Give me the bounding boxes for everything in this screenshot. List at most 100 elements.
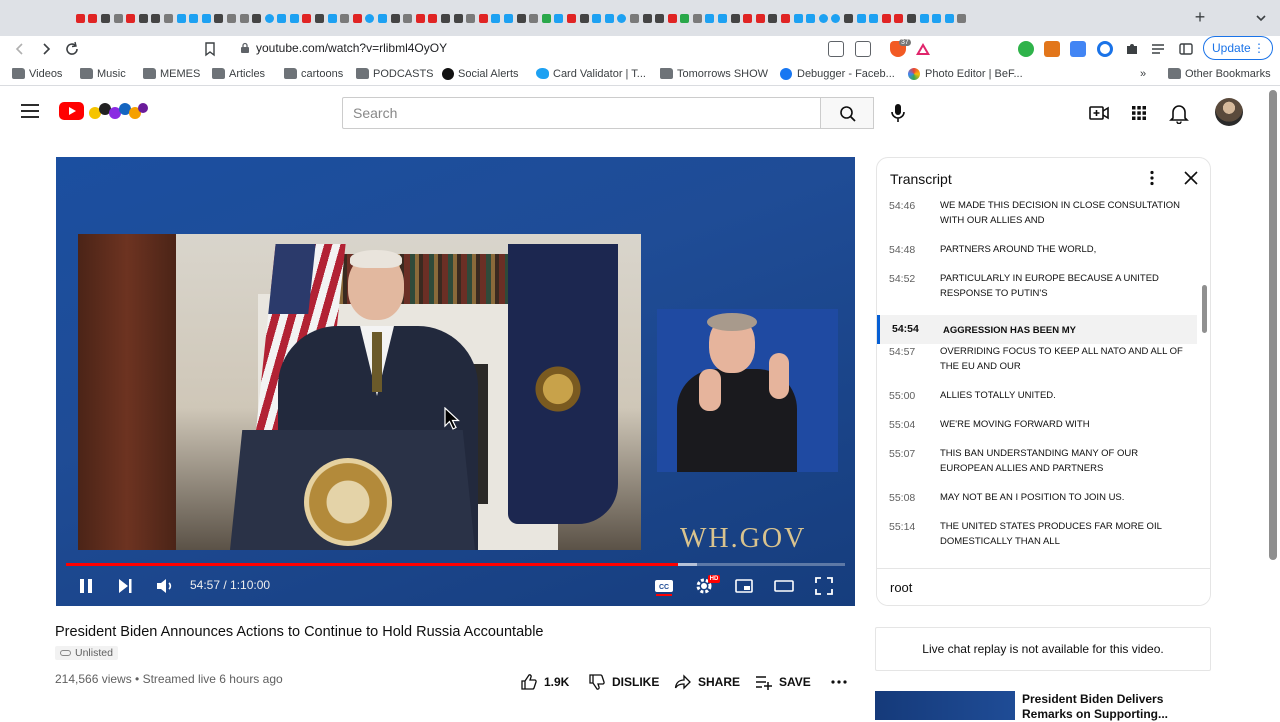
transcript-scrollbar[interactable]: [1202, 285, 1207, 333]
circle-extension-icon[interactable]: [1097, 41, 1113, 57]
tab-favicon[interactable]: [403, 14, 413, 23]
qr-code-icon[interactable]: [828, 41, 844, 57]
notifications-bell-icon[interactable]: [1168, 102, 1190, 124]
page-scrollbar[interactable]: [1269, 90, 1277, 560]
tab-favicon[interactable]: [189, 14, 199, 23]
reading-list-icon[interactable]: [1150, 41, 1166, 57]
tab-favicon[interactable]: [415, 14, 425, 23]
tab-favicon[interactable]: [340, 14, 350, 23]
tab-favicon[interactable]: [126, 14, 136, 23]
transcript-segment[interactable]: 54:52 PARTICULARLY IN EUROPE BECAUSE A UN…: [877, 271, 1197, 300]
bookmark-articles[interactable]: Articles: [212, 66, 265, 82]
recommended-video-thumbnail[interactable]: [875, 691, 1015, 720]
tab-favicon[interactable]: [957, 14, 967, 23]
transcript-segment[interactable]: 55:08 MAY NOT BE AN I POSITION TO JOIN US…: [877, 490, 1197, 519]
tab-favicon[interactable]: [88, 14, 98, 23]
bookmark-tomorrows-show[interactable]: Tomorrows SHOW: [660, 66, 768, 82]
tab-favicon[interactable]: [718, 14, 728, 23]
tab-favicon[interactable]: [277, 14, 287, 23]
tab-favicon[interactable]: [894, 14, 904, 23]
bookmark-card-validator[interactable]: Card Validator | T...: [536, 66, 646, 82]
tab-favicon[interactable]: [781, 14, 791, 23]
tab-favicon-row[interactable]: [74, 12, 1184, 25]
tab-favicon[interactable]: [592, 14, 602, 23]
tab-favicon[interactable]: [201, 14, 211, 23]
tab-favicon[interactable]: [541, 14, 551, 23]
tab-favicon[interactable]: [705, 14, 715, 23]
tab-favicon[interactable]: [856, 14, 866, 23]
bookmark-photo-editor[interactable]: Photo Editor | BeF...: [908, 66, 1023, 82]
tab-favicon[interactable]: [289, 14, 299, 23]
tab-favicon[interactable]: [503, 14, 513, 23]
transcript-segment[interactable]: 54:54 AGGRESSION HAS BEEN MY: [877, 315, 1197, 344]
fullscreen-icon[interactable]: [813, 575, 835, 597]
volume-icon[interactable]: [154, 575, 176, 597]
back-arrow-icon[interactable]: [10, 39, 30, 59]
transcript-menu-icon[interactable]: [1143, 169, 1161, 187]
tab-favicon[interactable]: [302, 14, 312, 23]
tab-favicon[interactable]: [176, 14, 186, 23]
tab-favicon[interactable]: [566, 14, 576, 23]
save-button[interactable]: SAVE: [755, 672, 811, 692]
youtube-logo[interactable]: [59, 100, 149, 122]
tab-favicon[interactable]: [755, 14, 765, 23]
metamask-icon[interactable]: [1044, 41, 1060, 57]
recommended-video-title[interactable]: President Biden Delivers Remarks on Supp…: [1022, 692, 1202, 722]
search-button[interactable]: [820, 97, 874, 129]
tab-favicon[interactable]: [327, 14, 337, 23]
transcript-footer[interactable]: root: [877, 568, 1210, 605]
tab-favicon[interactable]: [944, 14, 954, 23]
tab-favicon[interactable]: [554, 14, 564, 23]
bookmark-memes[interactable]: MEMES: [143, 66, 200, 82]
microphone-icon[interactable]: [886, 101, 910, 125]
green-extension-icon[interactable]: [1018, 41, 1034, 57]
tab-favicon[interactable]: [378, 14, 388, 23]
tab-favicon[interactable]: [680, 14, 690, 23]
tab-favicon[interactable]: [919, 14, 929, 23]
next-video-icon[interactable]: [114, 575, 136, 597]
tab-favicon[interactable]: [151, 14, 161, 23]
create-video-icon[interactable]: [1088, 102, 1110, 124]
close-icon[interactable]: [1182, 169, 1200, 187]
extensions-puzzle-icon[interactable]: [1124, 41, 1140, 57]
tab-favicon[interactable]: [264, 14, 274, 23]
search-input[interactable]: Search: [342, 97, 821, 129]
apps-grid-icon[interactable]: [1128, 102, 1150, 124]
forward-arrow-icon[interactable]: [36, 39, 56, 59]
tab-favicon[interactable]: [818, 14, 828, 23]
tab-favicon[interactable]: [642, 14, 652, 23]
tab-favicon[interactable]: [655, 14, 665, 23]
sidebar-toggle-icon[interactable]: [1178, 41, 1194, 57]
bookmarks-overflow-chevron[interactable]: »: [1140, 66, 1146, 82]
tab-favicon[interactable]: [831, 14, 841, 23]
tab-favicon[interactable]: [214, 14, 224, 23]
like-button[interactable]: 1.9K: [520, 672, 569, 692]
tab-favicon[interactable]: [226, 14, 236, 23]
tab-favicon[interactable]: [793, 14, 803, 23]
tab-favicon[interactable]: [869, 14, 879, 23]
tab-favicon[interactable]: [390, 14, 400, 23]
share-button[interactable]: SHARE: [674, 672, 740, 692]
bookmark-music[interactable]: Music: [80, 66, 126, 82]
theater-mode-icon[interactable]: [773, 575, 795, 597]
tab-favicon[interactable]: [529, 14, 539, 23]
tab-search-chevron-icon[interactable]: [1254, 9, 1268, 27]
tab-favicon[interactable]: [806, 14, 816, 23]
tab-favicon[interactable]: [768, 14, 778, 23]
tab-favicon[interactable]: [692, 14, 702, 23]
bookmark-page-icon[interactable]: [200, 39, 220, 59]
tab-favicon[interactable]: [629, 14, 639, 23]
tab-favicon[interactable]: [730, 14, 740, 23]
brave-rewards-icon[interactable]: [915, 41, 931, 57]
tab-favicon[interactable]: [844, 14, 854, 23]
tab-favicon[interactable]: [491, 14, 501, 23]
tab-favicon[interactable]: [352, 14, 362, 23]
transcript-segment[interactable]: 55:07 THIS BAN UNDERSTANDING MANY OF OUR …: [877, 446, 1197, 475]
tab-favicon[interactable]: [516, 14, 526, 23]
tab-favicon[interactable]: [138, 14, 148, 23]
tab-favicon[interactable]: [667, 14, 677, 23]
update-button[interactable]: Update ⋮: [1203, 36, 1273, 60]
tab-favicon[interactable]: [100, 14, 110, 23]
tab-favicon[interactable]: [428, 14, 438, 23]
tab-favicon[interactable]: [453, 14, 463, 23]
